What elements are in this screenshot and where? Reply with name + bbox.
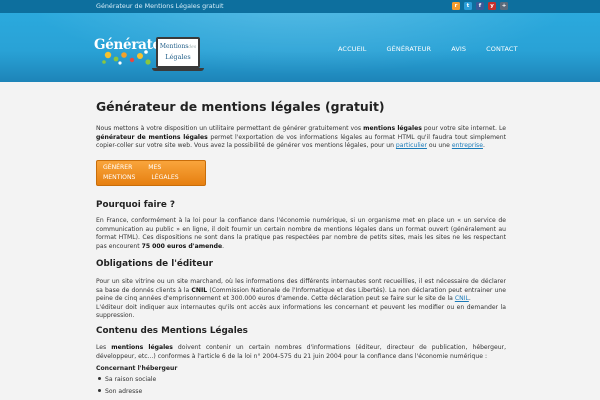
- intro-paragraph: Nous mettons à votre disposition un util…: [96, 125, 507, 150]
- site-tagline: Générateur de Mentions Légales gratuit: [96, 2, 224, 10]
- logo-screen[interactable]: Mentionsdes Légales: [156, 37, 200, 68]
- social-links: r t f y +: [452, 2, 508, 10]
- list-item: Sa raison sociale: [96, 376, 156, 383]
- content-paragraph: Les mentions légales doivent contenir un…: [96, 344, 507, 360]
- cnil-link[interactable]: CNIL: [455, 295, 469, 302]
- nav-generateur[interactable]: GÉNÉRATEUR: [387, 45, 432, 53]
- obligations-paragraph: Pour un site vitrine ou un site marchand…: [96, 278, 506, 320]
- entreprise-link[interactable]: entreprise: [452, 142, 483, 149]
- youtube-icon[interactable]: y: [488, 2, 496, 10]
- facebook-icon[interactable]: f: [476, 2, 484, 10]
- top-bar: Générateur de Mentions Légales gratuit r…: [0, 0, 600, 13]
- twitter-icon[interactable]: t: [464, 2, 472, 10]
- rss-icon[interactable]: r: [452, 2, 460, 10]
- nav-avis[interactable]: AVIS: [451, 45, 466, 53]
- nav-accueil[interactable]: ACCUEIL: [338, 45, 367, 53]
- why-heading: Pourquoi faire ?: [96, 200, 176, 210]
- content-heading: Contenu des Mentions Légales: [96, 326, 248, 336]
- main-nav: ACCUEIL GÉNÉRATEUR AVIS CONTACT: [338, 45, 538, 53]
- hebergeur-subheading: Concernant l'hébergeur: [96, 365, 178, 372]
- particulier-link[interactable]: particulier: [396, 142, 427, 149]
- plus-icon[interactable]: +: [500, 2, 508, 10]
- laptop-base: [152, 68, 204, 71]
- nav-contact[interactable]: CONTACT: [486, 45, 518, 53]
- site-header: Générateur Mentionsdes Légales ACCUEIL G…: [0, 13, 600, 82]
- generate-button[interactable]: GÉNÉRER MES MENTIONS LÉGALES: [96, 160, 206, 186]
- page-title: Générateur de mentions légales (gratuit): [96, 99, 385, 114]
- why-paragraph: En France, conformément à la loi pour la…: [96, 217, 506, 250]
- obligations-heading: Obligations de l'éditeur: [96, 259, 213, 269]
- list-item: Son adresse: [96, 388, 142, 395]
